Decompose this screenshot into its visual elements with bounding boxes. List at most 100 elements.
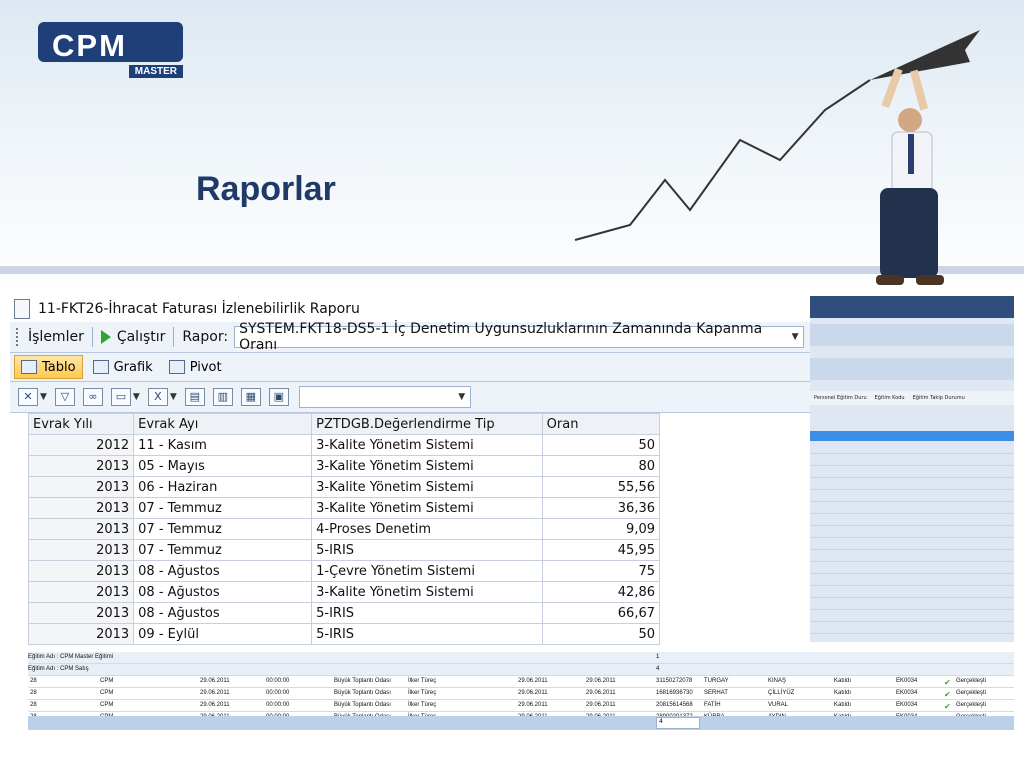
table-row[interactable]: 2013 05 - Mayıs 3-Kalite Yönetim Sistemi 80 [27,455,661,477]
table-row[interactable] [810,479,1014,490]
tab-pivot[interactable]: Pivot [163,355,228,379]
table-row[interactable] [810,527,1014,538]
column-header[interactable]: Evrak Yılı [27,413,135,435]
cell-type: 3-Kalite Yönetim Sistemi [311,455,543,477]
cell: Gerçekleşti [956,690,987,696]
detail-row[interactable]: 28 CPM 29.06.2011 00:00:00 Büyük Toplant… [28,700,1014,712]
logo-sub: MASTER [128,65,183,78]
cell-year: 2013 [27,518,135,540]
logo-text: CPM [52,28,127,63]
layout-bottom-icon[interactable]: ▥ [212,388,233,406]
table-row[interactable]: 2012 11 - Kasım 3-Kalite Yönetim Sistemi 50 [27,434,661,456]
toolbar-grip[interactable] [16,328,22,346]
rapor-select[interactable]: SYSTEM.FKT18-DS5-1 İç Denetim Uygunsuzlu… [234,321,805,353]
view-settings-icon[interactable]: ▣ [268,388,289,406]
column-header[interactable]: Eğitim Kodu [871,391,909,405]
table-row[interactable] [810,467,1014,478]
cell-type: 5-IRIS [311,623,543,645]
cell: SERHAT [704,690,728,696]
excel-export-icon[interactable]: X [147,388,168,406]
dropdown-arrow-icon[interactable]: ▼ [133,392,140,402]
table-row[interactable] [810,443,1014,454]
cell-year: 2013 [27,476,135,498]
table-row[interactable]: 2013 08 - Ağustos 3-Kalite Yönetim Sistemi… [27,581,661,603]
table-row[interactable] [810,455,1014,466]
cell-rate: 50 [541,434,661,456]
column-header[interactable]: Evrak Ayı [133,413,313,435]
table-row[interactable] [810,539,1014,550]
islemler-menu[interactable]: İşlemler [28,329,84,345]
cell: Gerçekleşti [956,702,987,708]
cell: 00:00:00 [266,690,290,696]
table-row[interactable]: 2013 07 - Temmuz 3-Kalite Yönetim Sistemi 3… [27,497,661,519]
cell-rate: 50 [541,623,661,645]
detail-row[interactable]: 28 CPM 29.06.2011 00:00:00 Büyük Toplant… [28,688,1014,700]
group-row[interactable]: Eğitim Adı : CPM Master Eğitimi 1 [28,652,1014,664]
cell-year: 2013 [27,539,135,561]
table-row[interactable] [810,515,1014,526]
play-icon[interactable] [100,330,111,344]
cell-rate: 66,67 [541,602,661,624]
window-title: 11-FKT26-İhracat Faturası İzlenebilirlik… [38,301,360,317]
column-header[interactable]: Personel Eğitim Duru [810,391,871,405]
tab-grafik[interactable]: Grafik [87,355,159,379]
layout-fill-icon[interactable]: ▦ [240,388,261,406]
cell-year: 2013 [27,455,135,477]
column-header[interactable]: Eğitim Takip Durumu [909,391,969,405]
cell-rate: 9,09 [541,518,661,540]
cell-year: 2013 [27,560,135,582]
cell: 00:00:00 [266,702,290,708]
cell: CPM [100,702,114,708]
dropdown-arrow-icon[interactable]: ▼ [787,327,803,347]
table-row[interactable] [810,611,1014,622]
table-row[interactable] [810,551,1014,562]
dropdown-arrow-icon[interactable]: ▼ [40,392,47,402]
calistir-button[interactable]: Çalıştır [117,329,166,345]
rapor-select-value: SYSTEM.FKT18-DS5-1 İç Denetim Uygunsuzlu… [239,321,763,353]
table-row[interactable]: 2013 09 - Eylül 5-IRIS 50 [27,623,661,645]
tools-icon[interactable]: ✕ [18,388,38,406]
table-row[interactable] [810,503,1014,514]
cell: 29.06.2011 [200,678,230,684]
table-row[interactable]: 2013 08 - Ağustos 1-Çevre Yönetim Sistemi 7… [27,560,661,582]
cell: 29.06.2011 [200,702,230,708]
view-select[interactable]: ▼ [298,386,471,408]
filter-icon[interactable]: ▽ [54,388,75,406]
table-row[interactable]: 2013 08 - Ağustos 5-IRIS 66,67 [27,602,661,624]
cell-month: 08 - Ağustos [133,602,313,624]
report-table: Evrak Yılı Evrak Ayı PZTDGB.Değerlendirm… [27,413,661,645]
table-row[interactable]: 2013 07 - Temmuz 5-IRIS 45,95 [27,539,661,561]
view-tabs: Tablo Grafik Pivot [10,353,810,382]
binoculars-icon[interactable]: ∞ [82,388,103,406]
report-window: 11-FKT26-İhracat Faturası İzlenebilirlik… [10,296,1014,748]
cell: EK0034 [896,678,918,684]
dropdown-arrow-icon[interactable]: ▼ [454,387,470,407]
table-row[interactable] [810,587,1014,598]
table-row[interactable] [810,575,1014,586]
table-row[interactable] [810,623,1014,634]
selected-row[interactable] [810,431,1014,441]
column-header[interactable]: PZTDGB.Değerlendirme Tip [311,413,543,435]
tab-tablo[interactable]: Tablo [14,355,83,379]
cell-month: 05 - Mayıs [133,455,313,477]
group-label: Eğitim Adı : CPM Master Eğitimi [28,654,114,660]
table-row[interactable] [810,563,1014,574]
print-preview-icon[interactable]: ▭ [110,388,131,406]
table-row[interactable]: 2013 07 - Temmuz 4-Proses Denetim 9,09 [27,518,661,540]
dropdown-arrow-icon[interactable]: ▼ [170,392,177,402]
layout-top-icon[interactable]: ▤ [184,388,205,406]
pivot-icon [168,360,185,374]
cell: 29.06.2011 [586,678,616,684]
table-row[interactable]: 2013 06 - Haziran 3-Kalite Yönetim Sistemi… [27,476,661,498]
table-row[interactable] [810,599,1014,610]
group-row[interactable]: Eğitim Adı : CPM Satış 4 [28,664,1014,676]
cell: FATİH [704,702,721,708]
cell-type: 4-Proses Denetim [311,518,543,540]
main-toolbar: İşlemler Çalıştır Rapor: SYSTEM.FKT18-DS… [10,321,810,353]
detail-row[interactable]: 28 CPM 29.06.2011 00:00:00 Büyük Toplant… [28,676,1014,688]
table-row[interactable] [810,491,1014,502]
cell: 29.06.2011 [518,678,548,684]
checkmark-icon: ✔ [944,690,951,699]
checkmark-icon: ✔ [944,678,951,687]
column-header[interactable]: Oran [541,413,661,435]
